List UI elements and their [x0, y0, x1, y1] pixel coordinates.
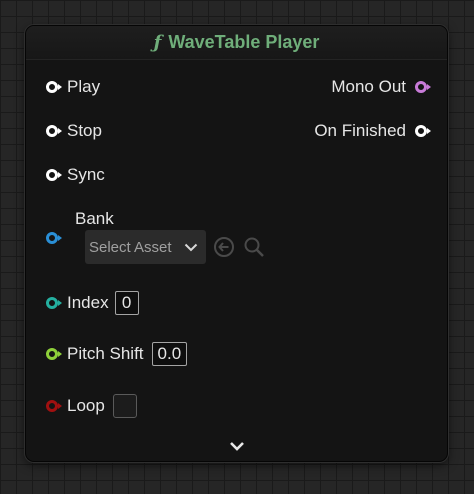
bool-pin-icon[interactable] [46, 400, 62, 412]
asset-picker-label: Select Asset [89, 238, 172, 256]
input-bank-label-row: Bank [75, 207, 114, 231]
exec-pin-icon[interactable] [46, 125, 62, 137]
use-selected-asset-icon[interactable] [212, 235, 236, 259]
index-value-field[interactable]: 0 [114, 291, 139, 315]
expand-advanced-button[interactable] [227, 436, 247, 456]
input-index-label: Index [67, 293, 109, 312]
input-play-row: Play [46, 75, 100, 99]
output-on-finished-label: On Finished [314, 121, 406, 140]
pitch-shift-value-field[interactable]: 0.0 [151, 342, 188, 366]
input-loop-label: Loop [67, 396, 105, 415]
output-mono-out-row: Mono Out [331, 75, 431, 99]
wavetable-player-node[interactable]: ƒ WaveTable Player Play Stop Sync Bank S… [25, 25, 448, 462]
output-on-finished-row: On Finished [314, 119, 431, 143]
function-icon: ƒ [153, 32, 162, 53]
exec-pin-icon[interactable] [46, 81, 62, 93]
bank-asset-row: Select Asset [85, 230, 266, 264]
input-play-label: Play [67, 77, 101, 96]
input-stop-label: Stop [67, 121, 102, 140]
input-stop-row: Stop [46, 119, 102, 143]
exec-pin-icon[interactable] [415, 125, 431, 137]
browse-asset-icon[interactable] [242, 235, 266, 259]
loop-checkbox[interactable] [112, 394, 137, 418]
chevron-down-icon [184, 243, 198, 251]
audio-pin-icon[interactable] [415, 81, 431, 93]
input-bank-row [46, 226, 67, 250]
chevron-down-icon [229, 442, 244, 451]
node-header[interactable]: ƒ WaveTable Player [26, 26, 447, 60]
input-sync-row: Sync [46, 163, 105, 187]
exec-pin-icon[interactable] [46, 169, 62, 181]
input-pitch-shift-row: Pitch Shift 0.0 [46, 342, 188, 366]
node-title: WaveTable Player [168, 32, 320, 52]
int-pin-icon[interactable] [46, 297, 62, 309]
object-pin-icon[interactable] [46, 232, 62, 244]
input-index-row: Index 0 [46, 291, 139, 315]
input-pitch-shift-label: Pitch Shift [67, 344, 144, 363]
input-bank-label: Bank [75, 209, 114, 228]
float-pin-icon[interactable] [46, 348, 62, 360]
bank-asset-dropdown[interactable]: Select Asset [85, 230, 206, 264]
input-sync-label: Sync [67, 165, 105, 184]
output-mono-out-label: Mono Out [331, 77, 406, 96]
input-loop-row: Loop [46, 394, 137, 418]
